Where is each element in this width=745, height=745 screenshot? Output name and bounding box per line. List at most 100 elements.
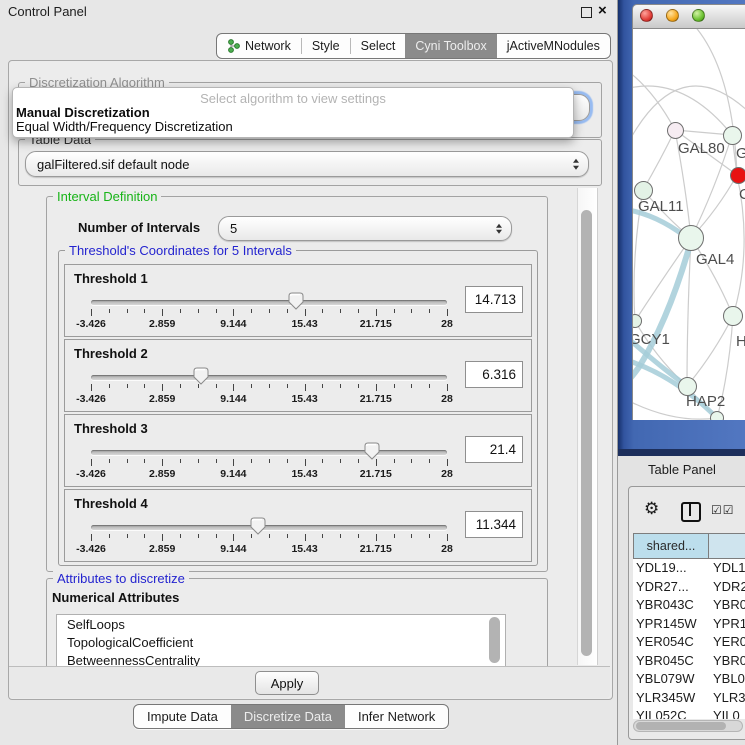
tick-mark: [447, 384, 448, 391]
cell-name[interactable]: YBR0: [709, 653, 745, 672]
float-window-icon[interactable]: [581, 7, 592, 18]
tick-mark: [251, 459, 252, 463]
threshold-3-value-field[interactable]: 21.4: [465, 436, 523, 463]
tick-mark: [287, 384, 288, 388]
tab-style[interactable]: Style: [302, 34, 350, 58]
mac-zoom-icon[interactable]: [692, 9, 705, 22]
table-row[interactable]: YER054CYER0: [633, 634, 745, 653]
network-node[interactable]: [634, 181, 653, 200]
slider-ticks: [91, 309, 447, 317]
slider-track[interactable]: [91, 300, 447, 305]
network-node[interactable]: [723, 126, 742, 145]
cell-shared-name[interactable]: YIL052C: [633, 708, 709, 719]
tick-mark: [144, 309, 145, 313]
cell-shared-name[interactable]: YBR045C: [633, 653, 709, 672]
number-of-intervals-label: Number of Intervals: [78, 220, 200, 235]
tick-label: 28: [441, 393, 453, 405]
apply-button[interactable]: Apply: [255, 671, 319, 695]
tick-mark: [109, 384, 110, 388]
table-row[interactable]: YBR045CYBR0: [633, 653, 745, 672]
threshold-1-slider[interactable]: -3.4262.8599.14415.4321.71528: [91, 295, 447, 331]
threshold-2-slider[interactable]: -3.4262.8599.14415.4321.71528: [91, 370, 447, 406]
network-node[interactable]: [678, 225, 704, 251]
cell-shared-name[interactable]: YBL079W: [633, 671, 709, 690]
cell-name[interactable]: YBR0: [709, 597, 745, 616]
network-node[interactable]: [667, 122, 684, 139]
slider-thumb[interactable]: [364, 442, 380, 460]
tab-label: Discretize Data: [244, 709, 332, 724]
slider-track[interactable]: [91, 525, 447, 530]
table-row[interactable]: YBR043CYBR0: [633, 597, 745, 616]
cell-shared-name[interactable]: YDL19...: [633, 560, 709, 579]
tab-discretize-data[interactable]: Discretize Data: [231, 705, 345, 728]
column-layout-icon[interactable]: [681, 502, 701, 522]
table-hscrollbar-thumb[interactable]: [636, 722, 726, 730]
network-node[interactable]: [730, 167, 745, 184]
table-row[interactable]: YLR345WYLR3: [633, 690, 745, 709]
tab-impute-data[interactable]: Impute Data: [134, 705, 231, 728]
dropdown-option-equal-width-frequency[interactable]: Equal Width/Frequency Discretization: [16, 119, 233, 134]
threshold-4-slider[interactable]: -3.4262.8599.14415.4321.71528: [91, 520, 447, 556]
cell-name[interactable]: YLR3: [709, 690, 745, 709]
table-row[interactable]: YPR145WYPR1: [633, 616, 745, 635]
cell-name[interactable]: YIL0: [709, 708, 745, 719]
threshold-4-value-field[interactable]: 11.344: [465, 511, 523, 538]
cell-name[interactable]: YPR1: [709, 616, 745, 635]
slider-track[interactable]: [91, 450, 447, 455]
attribute-item[interactable]: TopologicalCoefficient: [57, 633, 505, 651]
number-of-intervals-combobox[interactable]: 5: [218, 216, 512, 241]
slider-thumb[interactable]: [193, 367, 209, 385]
cell-shared-name[interactable]: YDR27...: [633, 579, 709, 598]
mac-minimize-icon[interactable]: [666, 9, 679, 22]
tab-jactivemnodules[interactable]: jActiveMNodules: [497, 34, 610, 58]
threshold-4-panel: Threshold 4 -3.4262.8599.14415.4321.7152…: [64, 489, 532, 562]
column-header-name[interactable]: n: [709, 533, 745, 559]
threshold-1-value-field[interactable]: 14.713: [465, 286, 523, 313]
cell-shared-name[interactable]: YBR043C: [633, 597, 709, 616]
slider-track[interactable]: [91, 375, 447, 380]
network-node[interactable]: [710, 411, 724, 420]
node-attribute-table[interactable]: shared... n YDL19...YDL1YDR27...YDR2YBR0…: [633, 533, 745, 719]
threshold-label: Threshold 4: [74, 496, 148, 511]
dropdown-option-manual-discretization[interactable]: Manual Discretization: [16, 105, 150, 120]
tab-infer-network[interactable]: Infer Network: [345, 705, 448, 728]
mac-close-icon[interactable]: [640, 9, 653, 22]
panel-scrollbar-thumb[interactable]: [581, 210, 592, 656]
network-node[interactable]: [723, 306, 743, 326]
cell-name[interactable]: YER0: [709, 634, 745, 653]
tick-label: 9.144: [220, 318, 246, 330]
tick-mark: [358, 534, 359, 538]
column-header-shared-name[interactable]: shared...: [633, 533, 709, 559]
close-icon[interactable]: ×: [598, 2, 607, 19]
tab-network[interactable]: Network: [217, 34, 301, 58]
numerical-attributes-list[interactable]: SelfLoopsTopologicalCoefficientBetweenne…: [56, 614, 506, 668]
table-data-combobox[interactable]: galFiltered.sif default node: [25, 151, 589, 177]
cell-name[interactable]: YDL1: [709, 560, 745, 579]
tick-mark: [287, 459, 288, 463]
tab-cyni-toolbox[interactable]: Cyni Toolbox: [405, 34, 496, 58]
tick-mark: [394, 384, 395, 388]
slider-thumb[interactable]: [288, 292, 304, 310]
table-row[interactable]: YIL052CYIL0: [633, 708, 745, 719]
gear-icon[interactable]: ⚙: [644, 499, 659, 519]
checkbox-filter-icons[interactable]: ☑☑: [711, 503, 735, 517]
tick-mark: [233, 384, 234, 391]
cell-name[interactable]: YBL0: [709, 671, 745, 690]
slider-thumb[interactable]: [250, 517, 266, 535]
threshold-label: Threshold 1: [74, 271, 148, 286]
cell-name[interactable]: YDR2: [709, 579, 745, 598]
tick-mark: [358, 459, 359, 463]
attributes-list-scrollbar[interactable]: [489, 617, 500, 663]
cell-shared-name[interactable]: YER054C: [633, 634, 709, 653]
cell-shared-name[interactable]: YLR345W: [633, 690, 709, 709]
tick-label: 28: [441, 318, 453, 330]
table-row[interactable]: YDL19...YDL1: [633, 560, 745, 579]
tab-select[interactable]: Select: [351, 34, 406, 58]
threshold-3-slider[interactable]: -3.4262.8599.14415.4321.71528: [91, 445, 447, 481]
threshold-2-value-field[interactable]: 6.316: [465, 361, 523, 388]
table-row[interactable]: YBL079WYBL0: [633, 671, 745, 690]
cell-shared-name[interactable]: YPR145W: [633, 616, 709, 635]
attribute-item[interactable]: SelfLoops: [57, 615, 505, 633]
table-row[interactable]: YDR27...YDR2: [633, 579, 745, 598]
network-view-canvas[interactable]: GAL80GACGAL11GAL4GCY1HHAP2: [632, 29, 745, 420]
